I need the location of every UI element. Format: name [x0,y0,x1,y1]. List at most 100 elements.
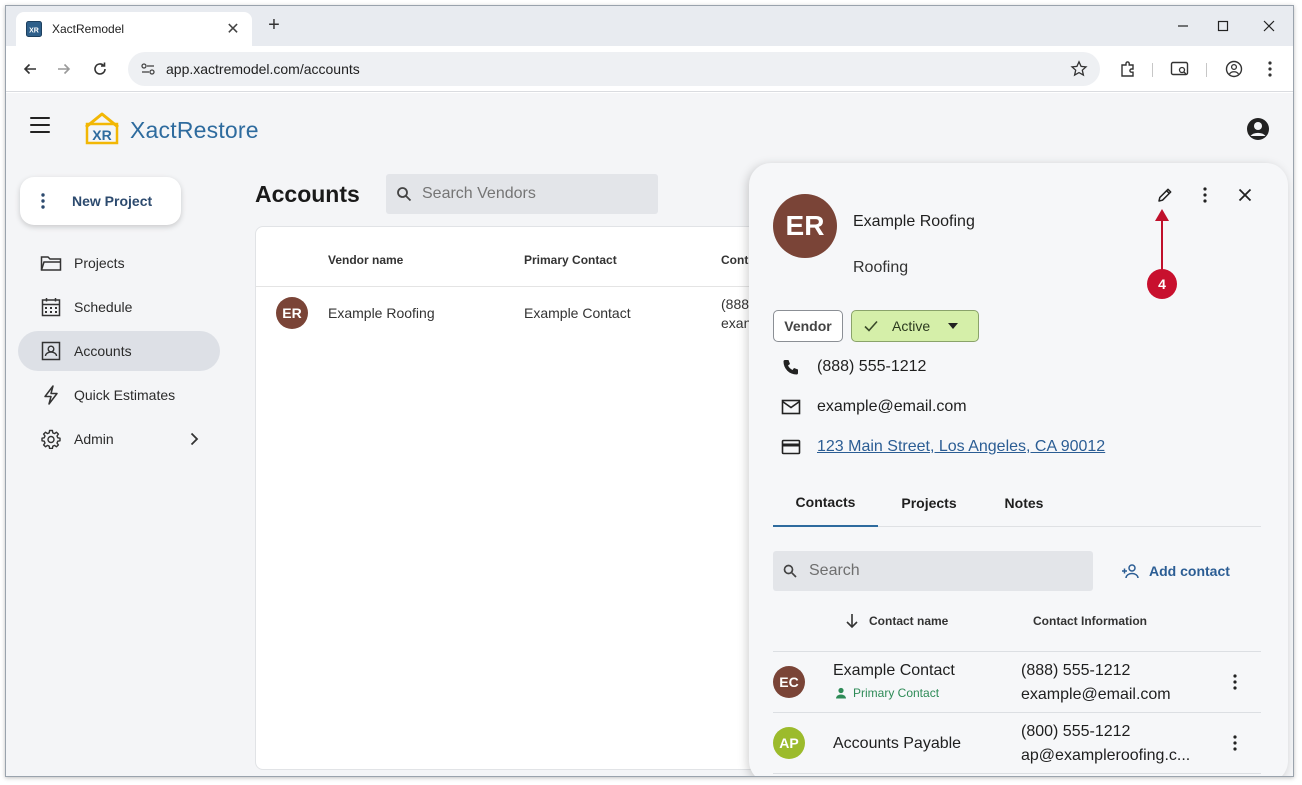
vendor-address-link[interactable]: 123 Main Street, Los Angeles, CA 90012 [817,438,1105,456]
sidebar-item-admin[interactable]: Admin [18,419,220,459]
type-chip: Vendor [773,310,843,342]
sidebar-item-schedule[interactable]: Schedule [18,287,220,327]
svg-text:XR: XR [92,127,111,143]
puzzle-piece-icon [1121,61,1134,77]
tab-contacts[interactable]: Contacts [773,479,878,527]
add-contact-label: Add contact [1149,563,1230,579]
browser-menu-button[interactable] [1258,57,1282,81]
table-row[interactable]: AP Accounts Payable (800) 555-1212 ap@ex… [749,713,1288,773]
table-row[interactable]: ER Example Roofing Example Contact (888 … [256,287,814,339]
maximize-icon [1217,20,1229,32]
chevron-right-icon [190,432,199,446]
contact-search[interactable] [773,551,1093,591]
column-header-vendor-name[interactable]: Vendor name [328,253,403,267]
phone-row: (888) 555-1212 [781,355,926,379]
sidebar-item-label: Quick Estimates [74,387,176,403]
tab-title: XactRemodel [52,22,125,36]
search-icon [397,187,412,202]
bookmark-star-icon[interactable] [1070,60,1088,78]
close-icon [1263,20,1275,32]
minimize-button[interactable] [1168,14,1198,38]
contact-email: example@email.com [1021,686,1171,703]
mail-icon [781,397,801,417]
person-icon [836,687,846,699]
back-button[interactable] [18,57,42,81]
app-header: XR XactRestore [6,93,1293,159]
site-settings-icon[interactable] [140,61,156,77]
primary-contact-label: Primary Contact [853,686,940,700]
vendor-avatar: ER [276,297,308,329]
vendor-search-input[interactable] [422,185,642,203]
accounts-table: Vendor name Primary Contact Cont ER Exam… [255,226,815,770]
menu-toggle-button[interactable] [30,117,50,135]
sidebar-item-quick-estimates[interactable]: Quick Estimates [18,375,220,415]
xactrestore-logo: XR [85,112,119,145]
account-circle-icon[interactable] [1246,117,1270,141]
contact-name: Example Contact [833,662,955,679]
tab-notes[interactable]: Notes [981,479,1067,527]
contact-more-button[interactable] [1225,731,1245,755]
check-icon [864,320,878,332]
column-header-contact-name[interactable]: Contact name [869,614,948,628]
new-project-button[interactable]: New Project [20,177,181,225]
credit-card-icon [781,437,801,457]
profile-button[interactable] [1222,57,1246,81]
vendor-name-cell: Example Roofing [328,305,435,321]
edit-button[interactable] [1153,183,1177,207]
status-dropdown[interactable]: Active [851,310,979,342]
brand-name: XactRestore [130,117,259,143]
svg-text:XR: XR [29,28,39,35]
table-row[interactable]: EC Example Contact Primary Contact (888)… [749,652,1288,712]
tab-search-icon [1170,61,1189,76]
vendor-avatar: ER [773,194,837,258]
lightning-icon [40,384,62,406]
column-header-primary-contact[interactable]: Primary Contact [524,253,617,267]
maximize-button[interactable] [1208,14,1238,38]
calendar-icon [40,296,62,318]
sort-arrow-down-icon[interactable] [845,613,859,629]
contact-phone: (800) 555-1212 [1021,723,1131,740]
address-bar[interactable]: app.xactremodel.com/accounts [128,52,1100,86]
xactremodel-favicon-icon: XR [26,21,42,37]
sidebar-item-projects[interactable]: Projects [18,243,220,283]
pencil-icon [1158,188,1172,202]
new-tab-button[interactable]: + [262,14,286,38]
page-title: Accounts [255,181,360,207]
contact-avatar: AP [773,727,805,759]
extensions-button[interactable] [1116,57,1140,81]
sidebar-item-label: Projects [74,255,125,271]
more-options-button[interactable] [1193,183,1217,207]
contact-avatar: EC [773,666,805,698]
tab-close-icon[interactable]: ✕ [224,19,242,39]
url-text[interactable]: app.xactremodel.com/accounts [166,61,1070,77]
column-header-contact-information[interactable]: Contact Information [1033,614,1147,628]
sidebar-item-accounts[interactable]: Accounts [18,331,220,371]
add-contact-button[interactable]: Add contact [1121,559,1230,583]
close-window-button[interactable] [1254,14,1284,38]
reload-button[interactable] [88,57,112,81]
tab-search-button[interactable] [1168,57,1192,81]
reload-icon [94,62,106,75]
search-icon [783,564,797,578]
close-panel-button[interactable] [1233,183,1257,207]
folder-icon [40,252,62,274]
sidebar-item-label: Schedule [74,299,133,315]
contact-cell-line2: exan [721,315,752,331]
sidebar-item-label: Accounts [74,343,132,359]
vendor-detail-panel: ER Example Roofing Roofing 4 Vendor Acti… [749,163,1288,776]
tab-strip: XR XactRemodel ✕ + [6,6,1293,46]
tab-projects[interactable]: Projects [881,479,977,527]
minimize-icon [1178,25,1188,27]
contact-search-input[interactable] [809,562,1069,580]
contact-card-icon [40,340,62,362]
browser-tab[interactable]: XR XactRemodel ✕ [16,12,252,46]
column-header-contact[interactable]: Cont [721,253,748,267]
status-label: Active [892,318,931,334]
forward-button[interactable] [52,57,76,81]
arrow-left-icon [23,63,36,75]
more-vertical-icon [1268,61,1272,77]
vendor-search[interactable] [386,174,658,214]
contact-more-button[interactable] [1225,670,1245,694]
phone-icon [781,357,801,377]
more-vertical-icon [41,193,45,209]
